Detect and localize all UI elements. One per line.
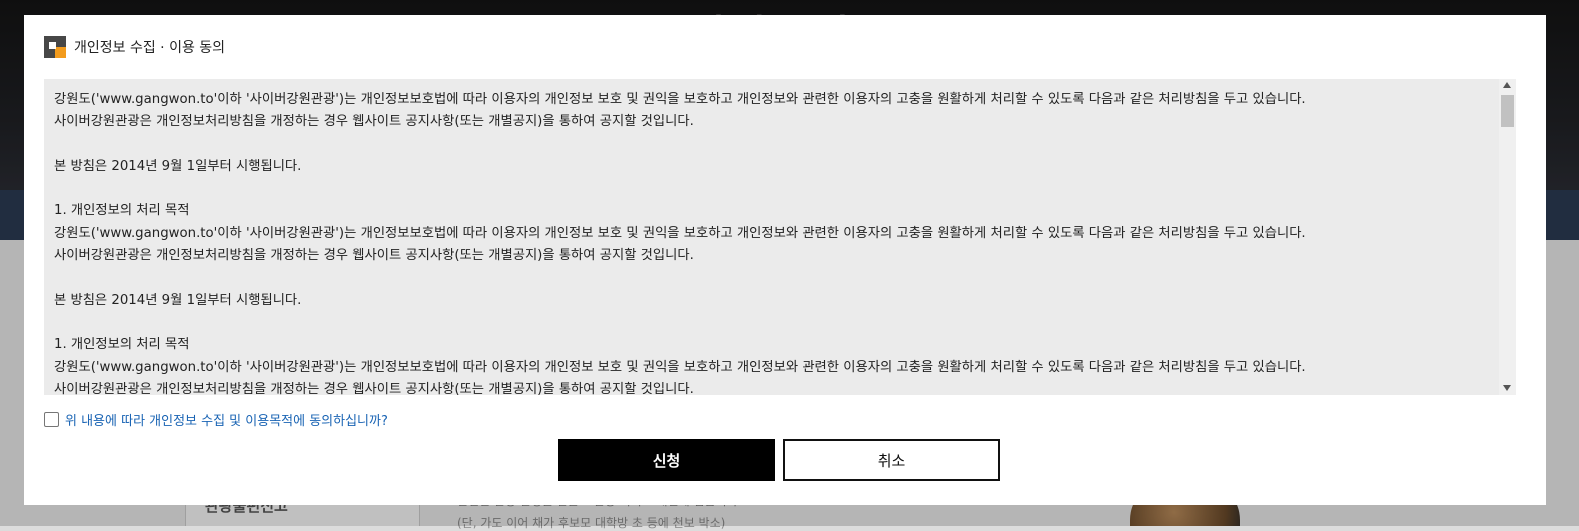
scroll-thumb[interactable] [1501,95,1514,127]
modal-title: 개인정보 수집 · 이용 동의 [74,40,226,56]
policy-text-line: 본 방침은 2014년 9월 1일부터 시행됩니다. [54,158,302,174]
cancel-button[interactable]: 취소 [783,439,1000,481]
agree-checkbox[interactable] [44,412,59,427]
policy-text-line [54,134,1494,156]
modal-header: 개인정보 수집 · 이용 동의 [44,35,225,59]
policy-text-area[interactable]: 강원도('www.gangwon.to'이하 '사이버강원관광')는 개인정보보… [44,79,1516,395]
policy-text-line: 강원도('www.gangwon.to'이하 '사이버강원관광')는 개인정보보… [54,359,1306,375]
agree-label[interactable]: 위 내용에 따라 개인정보 수집 및 이용목적에 동의하십니까? [65,410,388,429]
policy-text-line: 사이버강원관광은 개인정보처리방침을 개정하는 경우 웹사이트 공지사항(또는 … [54,114,694,130]
policy-text-line: 강원도('www.gangwon.to'이하 '사이버강원관광')는 개인정보보… [54,225,1306,241]
policy-text-line: 본 방침은 2014년 9월 1일부터 시행됩니다. [54,292,302,308]
scrollbar[interactable] [1499,79,1516,395]
apply-button[interactable]: 신청 [558,439,775,481]
agree-row[interactable]: 위 내용에 따라 개인정보 수집 및 이용목적에 동의하십니까? [44,410,388,429]
scroll-up-arrow-icon[interactable] [1503,82,1511,88]
policy-text-line: 1. 개인정보의 처리 목적 [54,203,190,219]
policy-text-line [54,178,1494,200]
policy-text-line: 사이버강원관광은 개인정보처리방침을 개정하는 경우 웹사이트 공지사항(또는 … [54,381,694,395]
policy-text-line [54,312,1494,334]
logo-icon [44,36,66,58]
policy-text-line: 사이버강원관광은 개인정보처리방침을 개정하는 경우 웹사이트 공지사항(또는 … [54,248,694,264]
privacy-consent-modal: 개인정보 수집 · 이용 동의 강원도('www.gangwon.to'이하 '… [24,15,1546,505]
policy-text-line [54,267,1494,289]
policy-text-line: 1. 개인정보의 처리 목적 [54,337,190,353]
policy-text-line: 강원도('www.gangwon.to'이하 '사이버강원관광')는 개인정보보… [54,92,1306,107]
scroll-down-arrow-icon[interactable] [1503,385,1511,391]
policy-text: 강원도('www.gangwon.to'이하 '사이버강원관광')는 개인정보보… [54,89,1494,395]
